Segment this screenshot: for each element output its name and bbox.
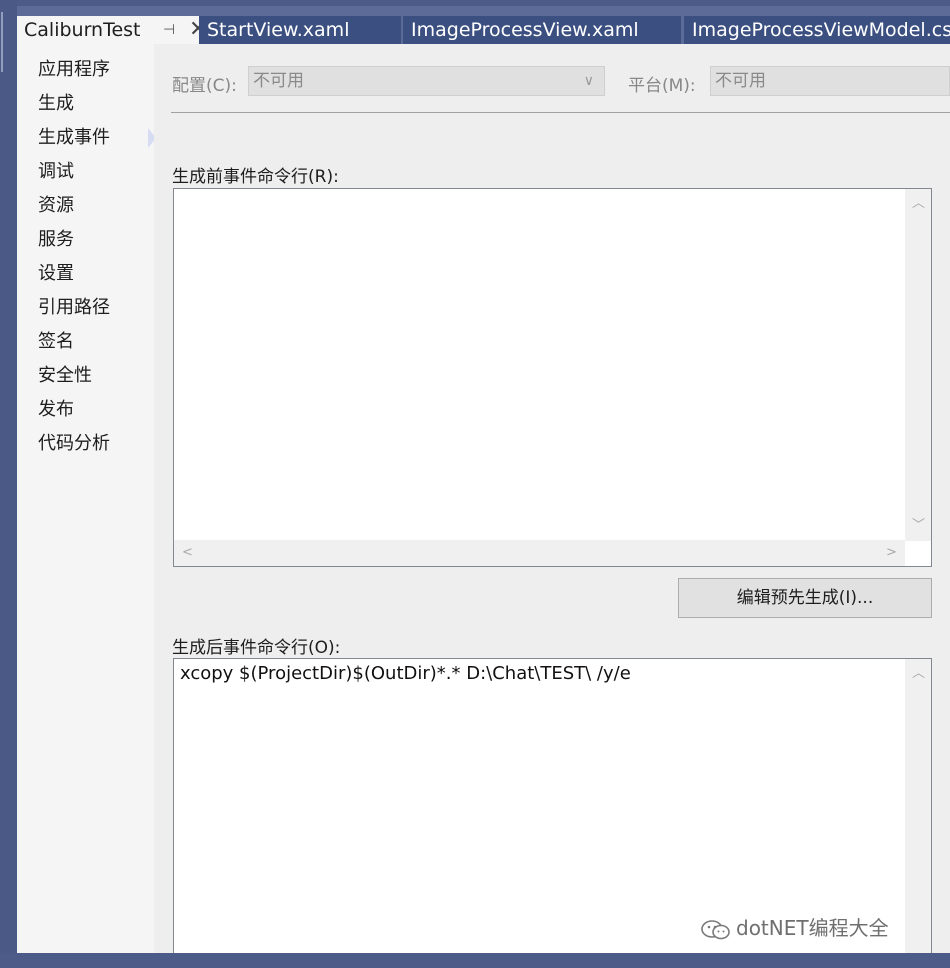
platform-select-value: 不可用	[715, 71, 766, 91]
sidebar-item-signing[interactable]: 签名	[38, 328, 74, 356]
solution-explorer-collapsed-strip[interactable]	[0, 0, 17, 968]
divider	[171, 112, 950, 113]
sidebar-item-settings[interactable]: 设置	[38, 260, 74, 288]
config-select-value: 不可用	[253, 71, 304, 91]
prebuild-horizontal-scrollbar[interactable]: < >	[174, 540, 905, 566]
config-select[interactable]: 不可用 ∨	[248, 66, 605, 96]
sidebar-item-security[interactable]: 安全性	[38, 362, 92, 390]
window-bottom-border	[0, 953, 950, 968]
tab-imageprocessview-label: ImageProcessView.xaml	[411, 19, 639, 41]
sidebar-item-publish[interactable]: 发布	[38, 396, 74, 424]
window-top-border	[0, 0, 950, 6]
sidebar-item-resources[interactable]: 资源	[38, 192, 74, 220]
pin-icon[interactable]: ⊣	[163, 16, 175, 44]
build-events-page: 配置(C): 不可用 ∨ 平台(M): 不可用 生成前事件命令行(R): ︿ ﹀…	[154, 44, 950, 959]
sidebar-item-services[interactable]: 服务	[38, 226, 74, 254]
postbuild-vertical-scrollbar[interactable]: ︿	[905, 659, 931, 959]
edit-prebuild-button[interactable]: 编辑预先生成(I)...	[678, 578, 932, 618]
tab-startview-label: StartView.xaml	[207, 19, 350, 41]
scroll-right-icon[interactable]: >	[886, 546, 897, 560]
postbuild-label: 生成后事件命令行(O):	[172, 638, 341, 658]
sidebar-item-application[interactable]: 应用程序	[38, 56, 110, 84]
tab-imageprocessviewmodel[interactable]: ImageProcessViewModel.cs	[684, 16, 950, 44]
collapsed-panel-glyph	[1, 12, 13, 72]
sidebar-item-build-events[interactable]: 生成事件	[38, 124, 110, 152]
scroll-up-icon[interactable]: ︿	[912, 667, 925, 681]
close-icon[interactable]: ✕	[189, 16, 199, 44]
sidebar-item-reference-paths[interactable]: 引用路径	[38, 294, 110, 322]
prebuild-label: 生成前事件命令行(R):	[172, 167, 339, 187]
tab-imageprocessview[interactable]: ImageProcessView.xaml	[403, 16, 681, 44]
prebuild-command-textarea[interactable]: ︿ ﹀ < >	[173, 188, 932, 567]
tab-caliburntest-label: CaliburnTest	[24, 19, 141, 41]
scroll-down-icon[interactable]: ﹀	[912, 519, 925, 533]
sidebar-item-debug[interactable]: 调试	[38, 158, 74, 186]
property-page-nav: 应用程序 生成 生成事件 调试 资源 服务 设置 引用路径 签名 安全性 发布 …	[17, 44, 156, 953]
tab-startview[interactable]: StartView.xaml	[199, 16, 401, 44]
watermark-text: dotNET编程大全	[736, 916, 889, 940]
chevron-down-icon: ∨	[583, 73, 594, 89]
scroll-left-icon[interactable]: <	[182, 546, 193, 560]
watermark: dotNET编程大全	[700, 912, 889, 941]
platform-label: 平台(M):	[628, 76, 696, 96]
sidebar-item-code-analysis[interactable]: 代码分析	[38, 430, 110, 458]
config-label: 配置(C):	[172, 76, 237, 96]
wechat-icon	[701, 919, 730, 939]
scroll-up-icon[interactable]: ︿	[912, 197, 925, 211]
postbuild-command-text: xcopy $(ProjectDir)$(OutDir)*.* D:\Chat\…	[180, 663, 631, 684]
tab-caliburntest[interactable]: CaliburnTest ⊣ ✕	[17, 16, 199, 44]
prebuild-vertical-scrollbar[interactable]: ︿ ﹀	[905, 189, 931, 541]
platform-select[interactable]: 不可用	[710, 66, 950, 96]
tab-imageprocessviewmodel-label: ImageProcessViewModel.cs	[692, 19, 950, 41]
sidebar-item-build[interactable]: 生成	[38, 90, 74, 118]
